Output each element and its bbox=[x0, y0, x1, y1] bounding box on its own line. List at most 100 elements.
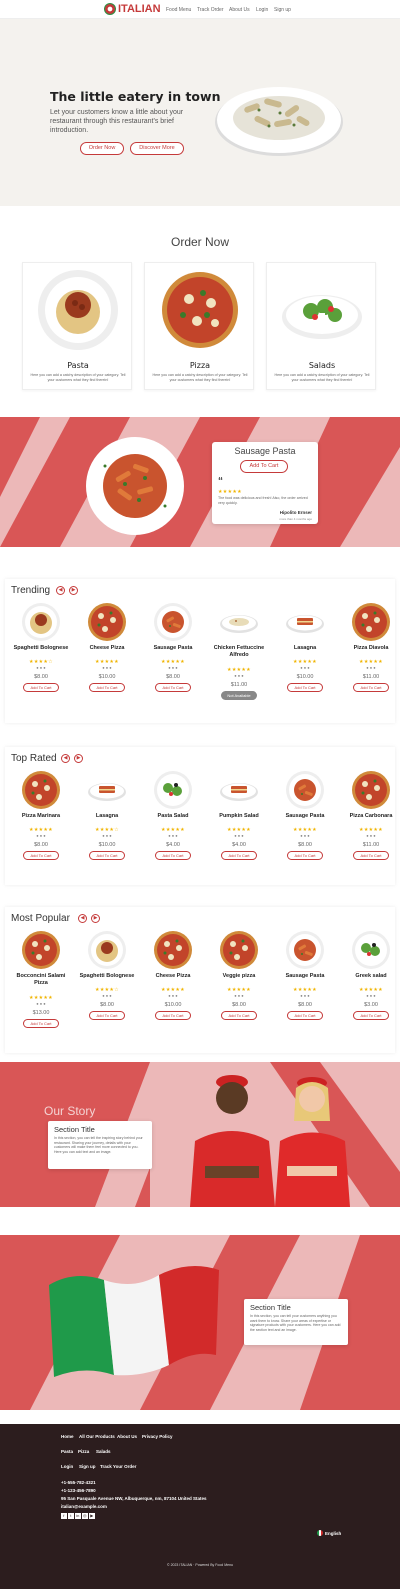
category-card-salads[interactable]: Salads Here you can add a catchy descrip… bbox=[266, 262, 376, 390]
twitter-icon[interactable]: t bbox=[68, 1513, 74, 1519]
next-arrow-icon[interactable]: ▶ bbox=[91, 914, 100, 923]
footer-link-signup[interactable]: Sign up bbox=[79, 1464, 96, 1469]
nav-sign-up[interactable]: Sign up bbox=[274, 7, 291, 13]
product-name[interactable]: Pizza Marinara bbox=[11, 813, 71, 820]
product-image[interactable] bbox=[21, 770, 61, 815]
product-image[interactable] bbox=[153, 770, 193, 815]
product-image[interactable] bbox=[219, 770, 259, 815]
prev-arrow-icon[interactable]: ◀ bbox=[56, 586, 65, 595]
product-image[interactable] bbox=[87, 602, 127, 647]
nav-track-order[interactable]: Track Order bbox=[197, 7, 223, 13]
instagram-icon[interactable]: ◎ bbox=[82, 1513, 88, 1519]
add-to-cart-button[interactable]: Add To Cart bbox=[353, 1011, 389, 1020]
product-name[interactable]: Greek salad bbox=[341, 973, 394, 980]
product-image[interactable] bbox=[219, 602, 259, 647]
product-price: $4.00 bbox=[166, 842, 180, 848]
add-to-cart-button[interactable]: Add To Cart bbox=[353, 683, 389, 692]
add-to-cart-button[interactable]: Add To Cart bbox=[287, 1011, 323, 1020]
footer-phone-2[interactable]: +1-123-456-7890 bbox=[61, 1488, 96, 1493]
footer-link-pizza[interactable]: Pizza bbox=[78, 1449, 89, 1454]
add-to-cart-button[interactable]: Add To Cart bbox=[89, 851, 125, 860]
diet-icons: ● ● ● bbox=[234, 993, 244, 998]
nav-login[interactable]: Login bbox=[256, 7, 268, 13]
product-name[interactable]: Lasagna bbox=[275, 645, 335, 652]
footer-link-track[interactable]: Track Your Order bbox=[100, 1464, 136, 1469]
product-name[interactable]: Pizza Carbonara bbox=[341, 813, 394, 820]
language-selector[interactable]: English bbox=[325, 1531, 341, 1536]
add-to-cart-button[interactable]: Add To Cart bbox=[89, 683, 125, 692]
trending-carousel[interactable]: Spaghetti Bolognese ★★★★☆ ● ● ● $8.00 Add To… bbox=[8, 602, 394, 720]
footer-link-salads[interactable]: Salads bbox=[96, 1449, 111, 1454]
logo-icon[interactable] bbox=[104, 3, 116, 15]
brand-logo[interactable]: ITALIAN bbox=[118, 3, 161, 15]
footer-email[interactable]: italian@example.com bbox=[61, 1504, 107, 1509]
prev-arrow-icon[interactable]: ◀ bbox=[78, 914, 87, 923]
add-to-cart-button[interactable]: Add To Cart bbox=[155, 683, 191, 692]
footer-link-products[interactable]: All Our Products bbox=[79, 1434, 115, 1439]
language-flag-icon[interactable] bbox=[317, 1530, 323, 1536]
discover-more-button[interactable]: Discover More bbox=[130, 142, 184, 155]
product-name[interactable]: Sausage Pasta bbox=[143, 645, 203, 652]
product-image[interactable] bbox=[351, 602, 391, 647]
next-arrow-icon[interactable]: ▶ bbox=[69, 586, 78, 595]
footer-link-login[interactable]: Login bbox=[61, 1464, 73, 1469]
footer-phone-1[interactable]: +1-555-782-4321 bbox=[61, 1480, 96, 1485]
product-image[interactable] bbox=[153, 602, 193, 647]
product-name[interactable]: Chicken Fettuccine Alfredo bbox=[209, 645, 269, 658]
product-name[interactable]: Bocconcini Salami Pizza bbox=[11, 973, 71, 986]
add-to-cart-button[interactable]: Add To Cart bbox=[23, 1019, 59, 1028]
product-price: $8.00 bbox=[34, 842, 48, 848]
product-name[interactable]: Cheese Pizza bbox=[77, 645, 137, 652]
add-to-cart-button[interactable]: Add To Cart bbox=[353, 851, 389, 860]
add-to-cart-button[interactable]: Add To Cart bbox=[287, 851, 323, 860]
product-name[interactable]: Sausage Pasta bbox=[275, 973, 335, 980]
add-to-cart-button[interactable]: Add To Cart bbox=[221, 1011, 257, 1020]
order-now-button[interactable]: Order Now bbox=[80, 142, 124, 155]
pizza-image bbox=[22, 771, 60, 809]
add-to-cart-button[interactable]: Add To Cart bbox=[155, 851, 191, 860]
product-name[interactable]: Spaghetti Bolognese bbox=[11, 645, 71, 652]
product-image[interactable] bbox=[285, 602, 325, 647]
product-image[interactable] bbox=[21, 602, 61, 647]
product-image[interactable] bbox=[285, 770, 325, 815]
nav-about-us[interactable]: About Us bbox=[229, 7, 250, 13]
product-name[interactable]: Pumpkin Salad bbox=[209, 813, 269, 820]
linkedin-icon[interactable]: in bbox=[75, 1513, 81, 1519]
footer-link-privacy[interactable]: Privacy Policy bbox=[142, 1434, 173, 1439]
next-arrow-icon[interactable]: ▶ bbox=[74, 754, 83, 763]
add-to-cart-button[interactable]: Add To Cart bbox=[155, 1011, 191, 1020]
nav-food-menu[interactable]: Food Menu bbox=[166, 7, 191, 13]
product-name[interactable]: Pasta Salad bbox=[143, 813, 203, 820]
add-to-cart-button[interactable]: Add To Cart bbox=[221, 851, 257, 860]
prev-arrow-icon[interactable]: ◀ bbox=[61, 754, 70, 763]
product-image[interactable] bbox=[219, 930, 259, 975]
product-image[interactable] bbox=[87, 770, 127, 815]
most-popular-carousel[interactable]: Bocconcini Salami Pizza ★★★★★ ● ● ● $13.00 A… bbox=[8, 930, 394, 1050]
top-rated-carousel[interactable]: Pizza Marinara ★★★★★ ● ● ● $8.00 Add To Cart… bbox=[8, 770, 394, 882]
product-name[interactable]: Sausage Pasta bbox=[275, 813, 335, 820]
category-card-pasta[interactable]: Pasta Here you can add a catchy descript… bbox=[22, 262, 132, 390]
add-to-cart-button[interactable]: Add To Cart bbox=[89, 1011, 125, 1020]
product-name[interactable]: Pizza Diavola bbox=[341, 645, 394, 652]
facebook-icon[interactable]: f bbox=[61, 1513, 67, 1519]
footer-link-about[interactable]: About Us bbox=[117, 1434, 137, 1439]
footer-link-pasta[interactable]: Pasta bbox=[61, 1449, 73, 1454]
youtube-icon[interactable]: ▶ bbox=[89, 1513, 95, 1519]
footer-link-home[interactable]: Home bbox=[61, 1434, 74, 1439]
featured-add-to-cart[interactable]: Add To Cart bbox=[240, 460, 288, 473]
add-to-cart-button[interactable]: Add To Cart bbox=[287, 683, 323, 692]
product-image[interactable] bbox=[351, 770, 391, 815]
product-image[interactable] bbox=[285, 930, 325, 975]
top-rated-title: Top Rated bbox=[11, 753, 57, 764]
product-name[interactable]: Veggie pizza bbox=[209, 973, 269, 980]
product-image[interactable] bbox=[87, 930, 127, 975]
product-image[interactable] bbox=[21, 930, 61, 975]
product-name[interactable]: Spaghetti Bolognese bbox=[77, 973, 137, 980]
category-card-pizza[interactable]: Pizza Here you can add a catchy descript… bbox=[144, 262, 254, 390]
add-to-cart-button[interactable]: Add To Cart bbox=[23, 851, 59, 860]
product-name[interactable]: Lasagna bbox=[77, 813, 137, 820]
product-image[interactable] bbox=[351, 930, 391, 975]
product-name[interactable]: Cheese Pizza bbox=[143, 973, 203, 980]
product-image[interactable] bbox=[153, 930, 193, 975]
add-to-cart-button[interactable]: Add To Cart bbox=[23, 683, 59, 692]
